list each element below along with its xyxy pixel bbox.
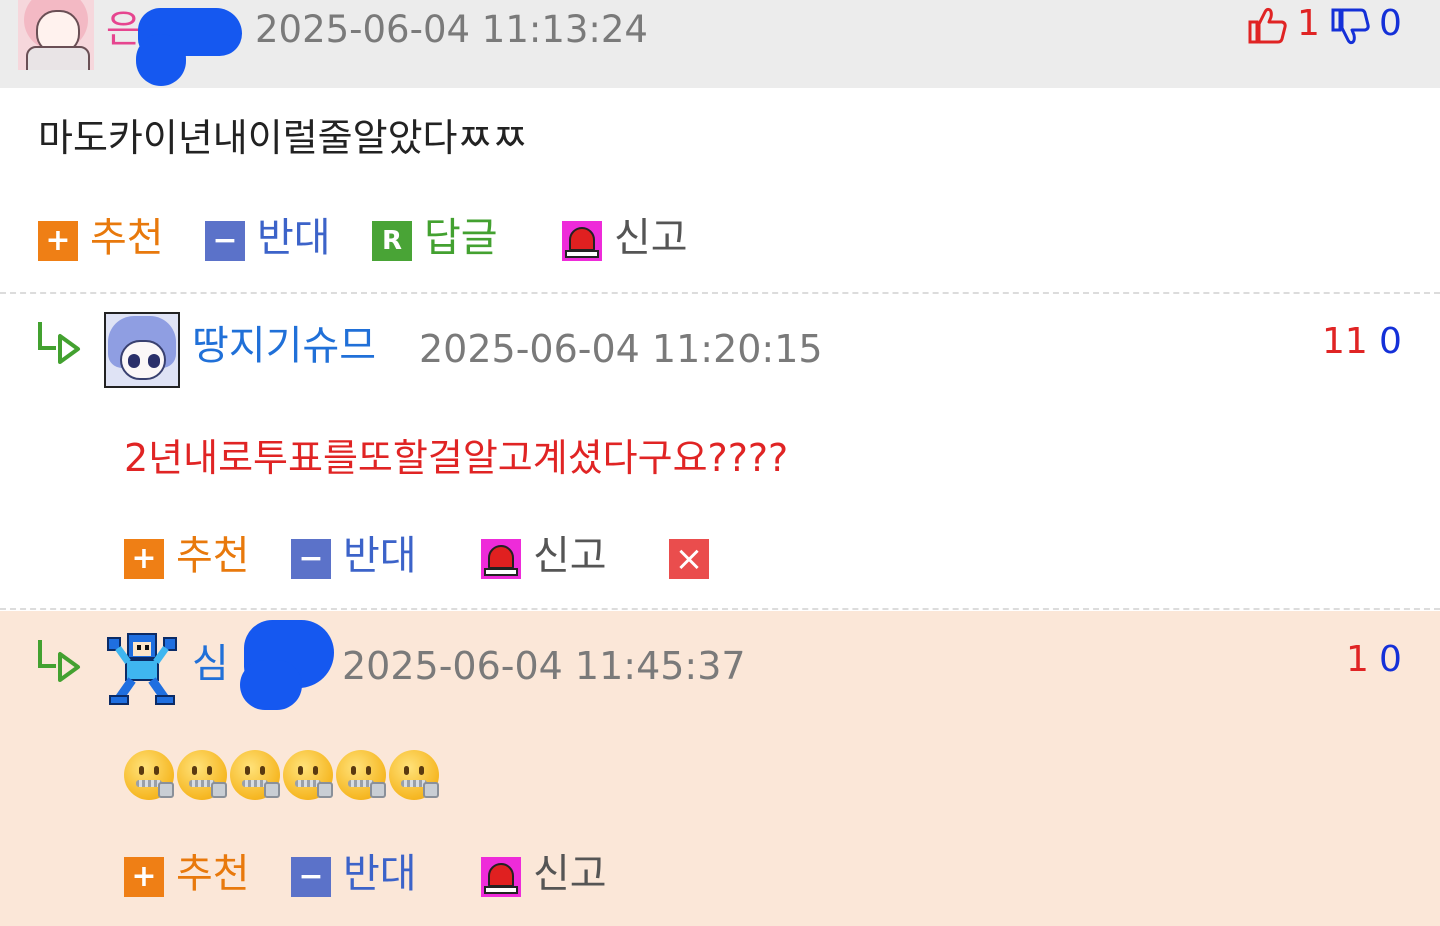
oppose-button[interactable]: − 반대: [205, 212, 331, 264]
reply-arrow-icon: [38, 640, 80, 682]
avatar[interactable]: [104, 312, 180, 388]
zipper-mouth-face-emoji: [336, 750, 386, 800]
redaction-mark: [136, 34, 186, 86]
avatar[interactable]: [18, 0, 94, 70]
reply-icon: R: [372, 221, 412, 261]
delete-button[interactable]: ×: [669, 530, 721, 582]
comment-divider: [0, 608, 1440, 610]
recommend-label: 추천: [176, 533, 250, 579]
zipper-mouth-face-emoji: [124, 750, 174, 800]
thumbs-down-icon[interactable]: [1330, 6, 1372, 46]
minus-icon: −: [291, 539, 331, 579]
report-label: 신고: [614, 215, 688, 261]
plus-icon: +: [38, 221, 78, 261]
comment-2-downvote-count: 0: [1379, 321, 1402, 362]
redaction-mark: [240, 660, 302, 710]
recommend-label: 추천: [90, 215, 164, 261]
recommend-label: 추천: [176, 851, 250, 897]
comment-2-nickname[interactable]: 땅지기슈므: [192, 320, 376, 372]
thumbs-up-icon[interactable]: [1247, 6, 1289, 46]
oppose-label: 반대: [343, 533, 417, 579]
comment-divider: [0, 292, 1440, 294]
delete-icon: ×: [669, 539, 709, 579]
oppose-label: 반대: [343, 851, 417, 897]
minus-icon: −: [205, 221, 245, 261]
plus-icon: +: [124, 857, 164, 897]
recommend-button[interactable]: + 추천: [124, 848, 250, 900]
comment-3-nickname[interactable]: 심: [192, 638, 229, 690]
avatar[interactable]: [104, 630, 180, 706]
report-button[interactable]: 신고: [481, 848, 607, 900]
oppose-button[interactable]: − 반대: [291, 530, 417, 582]
comment-2-upvote-count: 11: [1322, 321, 1368, 362]
comment-1-text: 마도카이년내이럴줄알았다ㅉㅉ: [38, 116, 528, 160]
report-label: 신고: [533, 533, 607, 579]
report-label: 신고: [533, 851, 607, 897]
plus-icon: +: [124, 539, 164, 579]
comment-3-emoji-text: [124, 750, 442, 800]
recommend-button[interactable]: + 추천: [124, 530, 250, 582]
zipper-mouth-face-emoji: [283, 750, 333, 800]
zipper-mouth-face-emoji: [389, 750, 439, 800]
reply-label: 답글: [424, 215, 498, 261]
report-button[interactable]: 신고: [481, 530, 607, 582]
comment-3-timestamp: 2025-06-04 11:45:37: [342, 644, 746, 688]
zipper-mouth-face-emoji: [177, 750, 227, 800]
comment-2-text: 2년내로투표를또할걸알고계셨다구요????: [124, 436, 789, 480]
comment-3-downvote-count: 0: [1379, 639, 1402, 680]
siren-icon: [562, 221, 602, 261]
oppose-button[interactable]: − 반대: [291, 848, 417, 900]
zipper-mouth-face-emoji: [230, 750, 280, 800]
minus-icon: −: [291, 857, 331, 897]
reply-button[interactable]: R 답글: [372, 212, 498, 264]
comment-1-downvote-count: 0: [1379, 3, 1402, 44]
comment-1-nickname[interactable]: 은: [106, 4, 141, 54]
siren-icon: [481, 857, 521, 897]
report-button[interactable]: 신고: [562, 212, 688, 264]
reply-arrow-icon: [38, 322, 80, 364]
comment-2-timestamp: 2025-06-04 11:20:15: [419, 327, 823, 371]
siren-icon: [481, 539, 521, 579]
comment-1-upvote-count: 1: [1297, 3, 1320, 44]
comment-1-timestamp: 2025-06-04 11:13:24: [255, 8, 648, 51]
recommend-button[interactable]: + 추천: [38, 212, 164, 264]
oppose-label: 반대: [257, 215, 331, 261]
comment-3-upvote-count: 1: [1346, 639, 1369, 680]
